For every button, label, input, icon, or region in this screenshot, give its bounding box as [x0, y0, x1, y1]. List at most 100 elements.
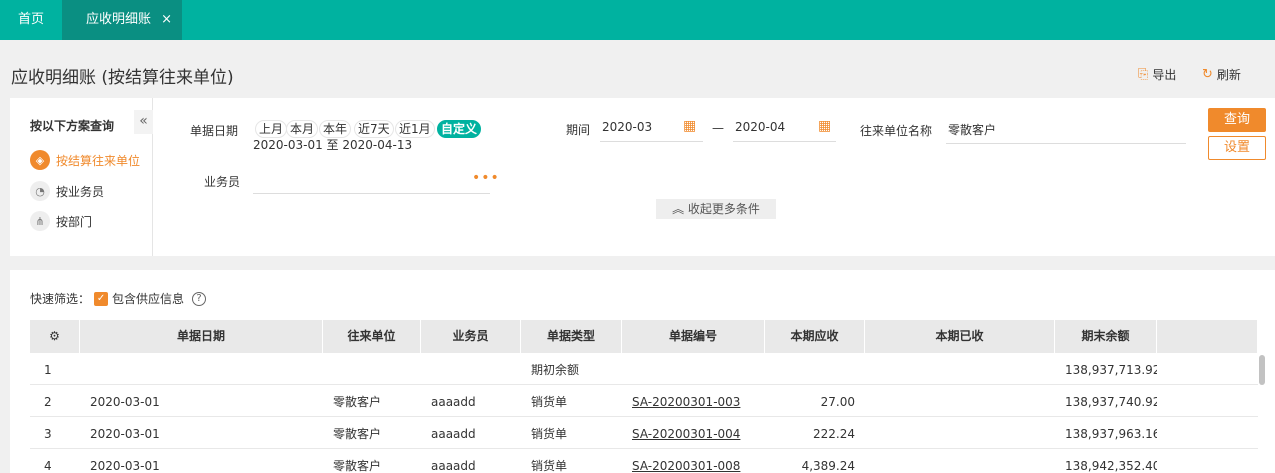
refresh-icon: ↻ — [1202, 67, 1213, 82]
col-salesman[interactable]: 业务员 — [421, 320, 521, 353]
cell-partner: 零散客户 — [333, 427, 382, 441]
scheme-item-partner[interactable]: ◈ 按结算往来单位 — [30, 149, 140, 171]
table-row[interactable]: 1 期初余额 138,937,713.92 — [30, 353, 1258, 385]
cell-balance: 138,937,963.16 — [1065, 427, 1157, 441]
cell-blank — [1157, 449, 1258, 473]
date-label: 单据日期 — [190, 124, 239, 138]
cell-blank — [1157, 353, 1258, 385]
export-button[interactable]: ⎘ 导出 — [1138, 66, 1176, 83]
scheme-title: 按以下方案查询 — [30, 119, 115, 133]
close-icon[interactable]: × — [161, 0, 172, 40]
underline — [600, 141, 703, 142]
help-icon[interactable]: ? — [192, 291, 207, 306]
scheme-item-label: 按结算往来单位 — [56, 153, 141, 168]
col-blank — [1157, 320, 1258, 353]
org-icon: ⋔ — [30, 211, 50, 231]
include-supply-checkbox[interactable]: ✓ — [94, 291, 109, 306]
cell-balance: 138,942,352.40 — [1065, 459, 1157, 473]
col-balance[interactable]: 期末余额 — [1055, 320, 1157, 353]
scheme-item-department[interactable]: ⋔ 按部门 — [30, 210, 92, 232]
cell-date: 2020-03-01 — [90, 395, 160, 409]
cell-partner: 零散客户 — [333, 395, 382, 409]
collapse-conditions-label: 收起更多条件 — [687, 202, 760, 216]
tab-home[interactable]: 首页 — [0, 0, 62, 40]
settings-button[interactable]: 设置 — [1208, 136, 1266, 160]
cell-doc-type: 销货单 — [531, 459, 568, 473]
col-doc-type[interactable]: 单据类型 — [521, 320, 622, 353]
cell-index: 4 — [44, 459, 52, 473]
cell-date: 2020-03-01 — [90, 427, 160, 441]
cell-salesman: aaaadd — [431, 395, 476, 409]
collapse-sidebar-icon[interactable]: « — [134, 110, 153, 134]
top-tab-bar: 首页 应收明细账 × — [0, 0, 1275, 40]
quick-filter: 快速筛选： ✓ 包含供应信息 ? — [30, 290, 207, 307]
doc-no-link[interactable]: SA-20200301-008 — [622, 449, 765, 473]
calendar-icon[interactable]: ▦ — [683, 118, 696, 134]
tab-label: 应收明细账 — [86, 12, 152, 27]
include-supply-label: 包含供应信息 — [112, 292, 185, 306]
refresh-button[interactable]: ↻ 刷新 — [1202, 66, 1241, 83]
cell-doc-no — [622, 353, 765, 385]
salesman-label: 业务员 — [204, 175, 241, 189]
scheme-item-label: 按业务员 — [56, 184, 105, 199]
chip-custom[interactable]: 自定义 — [437, 120, 482, 138]
scheme-sidebar: 按以下方案查询 « ◈ 按结算往来单位 ◔ 按业务员 ⋔ 按部门 — [10, 98, 153, 256]
cell-date — [80, 353, 323, 385]
cell-received — [865, 353, 1055, 385]
cell-doc-type: 期初余额 — [531, 363, 580, 377]
col-received[interactable]: 本期已收 — [865, 320, 1055, 353]
partner-input[interactable]: 零散客户 — [948, 121, 996, 138]
cell-doc-type: 销货单 — [531, 395, 568, 409]
cell-salesman: aaaadd — [431, 459, 476, 473]
cell-index: 2 — [44, 395, 52, 409]
doc-no-link[interactable]: SA-20200301-003 — [622, 385, 765, 417]
cell-partner — [323, 353, 421, 385]
export-icon: ⎘ — [1138, 67, 1149, 82]
cell-received — [865, 385, 1055, 417]
quick-filter-label: 快速筛选： — [30, 292, 91, 306]
scheme-item-label: 按部门 — [56, 214, 93, 229]
ledger-table: ⚙ 单据日期 往来单位 业务员 单据类型 单据编号 本期应收 本期已收 期末余额… — [30, 320, 1258, 473]
date-range-text: 2020-03-01 至 2020-04-13 — [253, 138, 413, 152]
cell-receivable: 27.00 — [820, 395, 855, 409]
more-options-icon[interactable]: ••• — [472, 170, 500, 186]
cell-blank — [1157, 417, 1258, 449]
cell-received — [865, 417, 1055, 449]
cell-partner: 零散客户 — [333, 459, 382, 473]
clock-icon: ◔ — [30, 181, 50, 201]
col-date[interactable]: 单据日期 — [80, 320, 323, 353]
period-separator: — — [712, 121, 724, 135]
vertical-scrollbar[interactable] — [1259, 355, 1265, 385]
table-row[interactable]: 4 2020-03-01 零散客户 aaaadd 销货单 SA-20200301… — [30, 449, 1258, 473]
cube-icon: ◈ — [30, 150, 50, 170]
cell-date: 2020-03-01 — [90, 459, 160, 473]
page-title: 应收明细账 (按结算往来单位) — [11, 68, 234, 88]
col-receivable[interactable]: 本期应收 — [765, 320, 865, 353]
cell-balance: 138,937,713.92 — [1065, 363, 1157, 377]
col-doc-no[interactable]: 单据编号 — [622, 320, 765, 353]
cell-receivable: 222.24 — [813, 427, 855, 441]
column-settings-icon[interactable]: ⚙ — [30, 320, 80, 353]
col-partner[interactable]: 往来单位 — [323, 320, 421, 353]
cell-receivable: 4,389.24 — [801, 459, 855, 473]
underline — [946, 143, 1186, 144]
chevron-up-icon: ︽ — [672, 202, 685, 216]
partner-label: 往来单位名称 — [860, 124, 933, 138]
filter-panel: 按以下方案查询 « ◈ 按结算往来单位 ◔ 按业务员 ⋔ 按部门 单据日期 上月… — [10, 98, 1275, 256]
cell-balance: 138,937,740.92 — [1065, 395, 1157, 409]
cell-doc-type: 销货单 — [531, 427, 568, 441]
tab-receivable-ledger[interactable]: 应收明细账 × — [62, 0, 182, 40]
collapse-conditions-button[interactable]: ︽ 收起更多条件 — [656, 199, 776, 219]
refresh-label: 刷新 — [1216, 68, 1241, 82]
query-button[interactable]: 查询 — [1208, 108, 1266, 132]
result-panel: 快速筛选： ✓ 包含供应信息 ? ⚙ 单据日期 往来单位 业务员 单据类型 单据… — [10, 270, 1275, 473]
scheme-item-salesman[interactable]: ◔ 按业务员 — [30, 180, 104, 202]
calendar-icon[interactable]: ▦ — [818, 118, 831, 134]
underline — [733, 141, 836, 142]
period-to-input[interactable]: 2020-04 — [735, 120, 785, 134]
table-row[interactable]: 2 2020-03-01 零散客户 aaaadd 销货单 SA-20200301… — [30, 385, 1258, 417]
doc-no-link[interactable]: SA-20200301-004 — [622, 417, 765, 449]
cell-salesman: aaaadd — [431, 427, 476, 441]
period-from-input[interactable]: 2020-03 — [602, 120, 652, 134]
table-row[interactable]: 3 2020-03-01 零散客户 aaaadd 销货单 SA-20200301… — [30, 417, 1258, 449]
